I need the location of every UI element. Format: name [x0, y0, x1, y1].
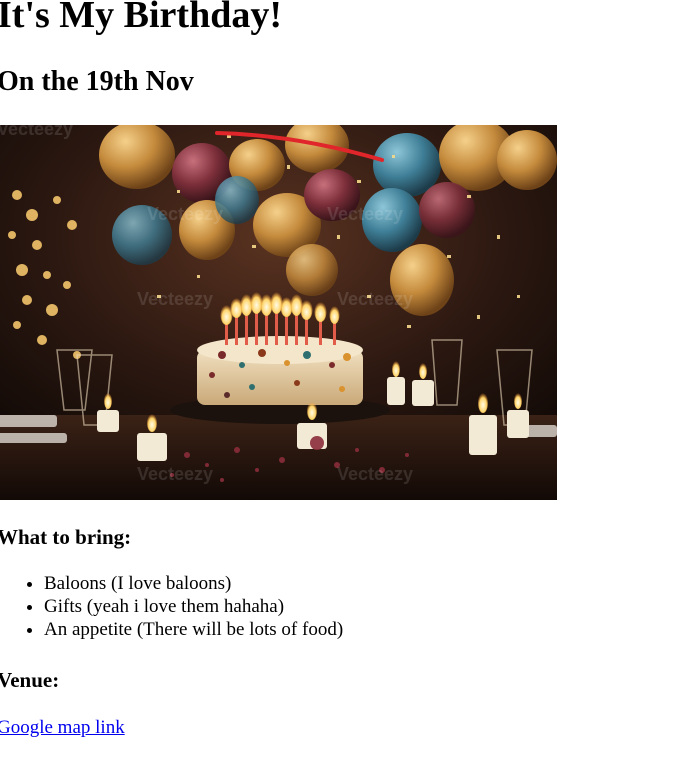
bring-list: Baloons (I love baloons) Gifts (yeah i l… [0, 572, 343, 641]
watermark-text: Vecteezy [137, 289, 213, 309]
watermark-text: Vecteezy [337, 464, 413, 484]
watermark-text: Vecteezy [137, 464, 213, 484]
google-map-link[interactable]: Google map link [0, 716, 125, 739]
venue-heading: Venue: [0, 668, 60, 692]
watermark-text: Vecteezy [0, 125, 73, 139]
list-item: Baloons (I love baloons) [44, 572, 343, 595]
list-item: Gifts (yeah i love them hahaha) [44, 595, 343, 618]
list-item: An appetite (There will be lots of food) [44, 618, 343, 641]
watermark-text: Vecteezy [147, 204, 223, 224]
what-to-bring-heading: What to bring: [0, 525, 132, 549]
watermark-text: Vecteezy [337, 289, 413, 309]
date-subtitle: On the 19th Nov [0, 66, 194, 97]
watermark-text: Vecteezy [327, 204, 403, 224]
page-title: It's My Birthday! [0, 0, 282, 36]
birthday-cake-image: Vecteezy Vecteezy Vecteezy Vecteezy Vect… [0, 125, 557, 500]
